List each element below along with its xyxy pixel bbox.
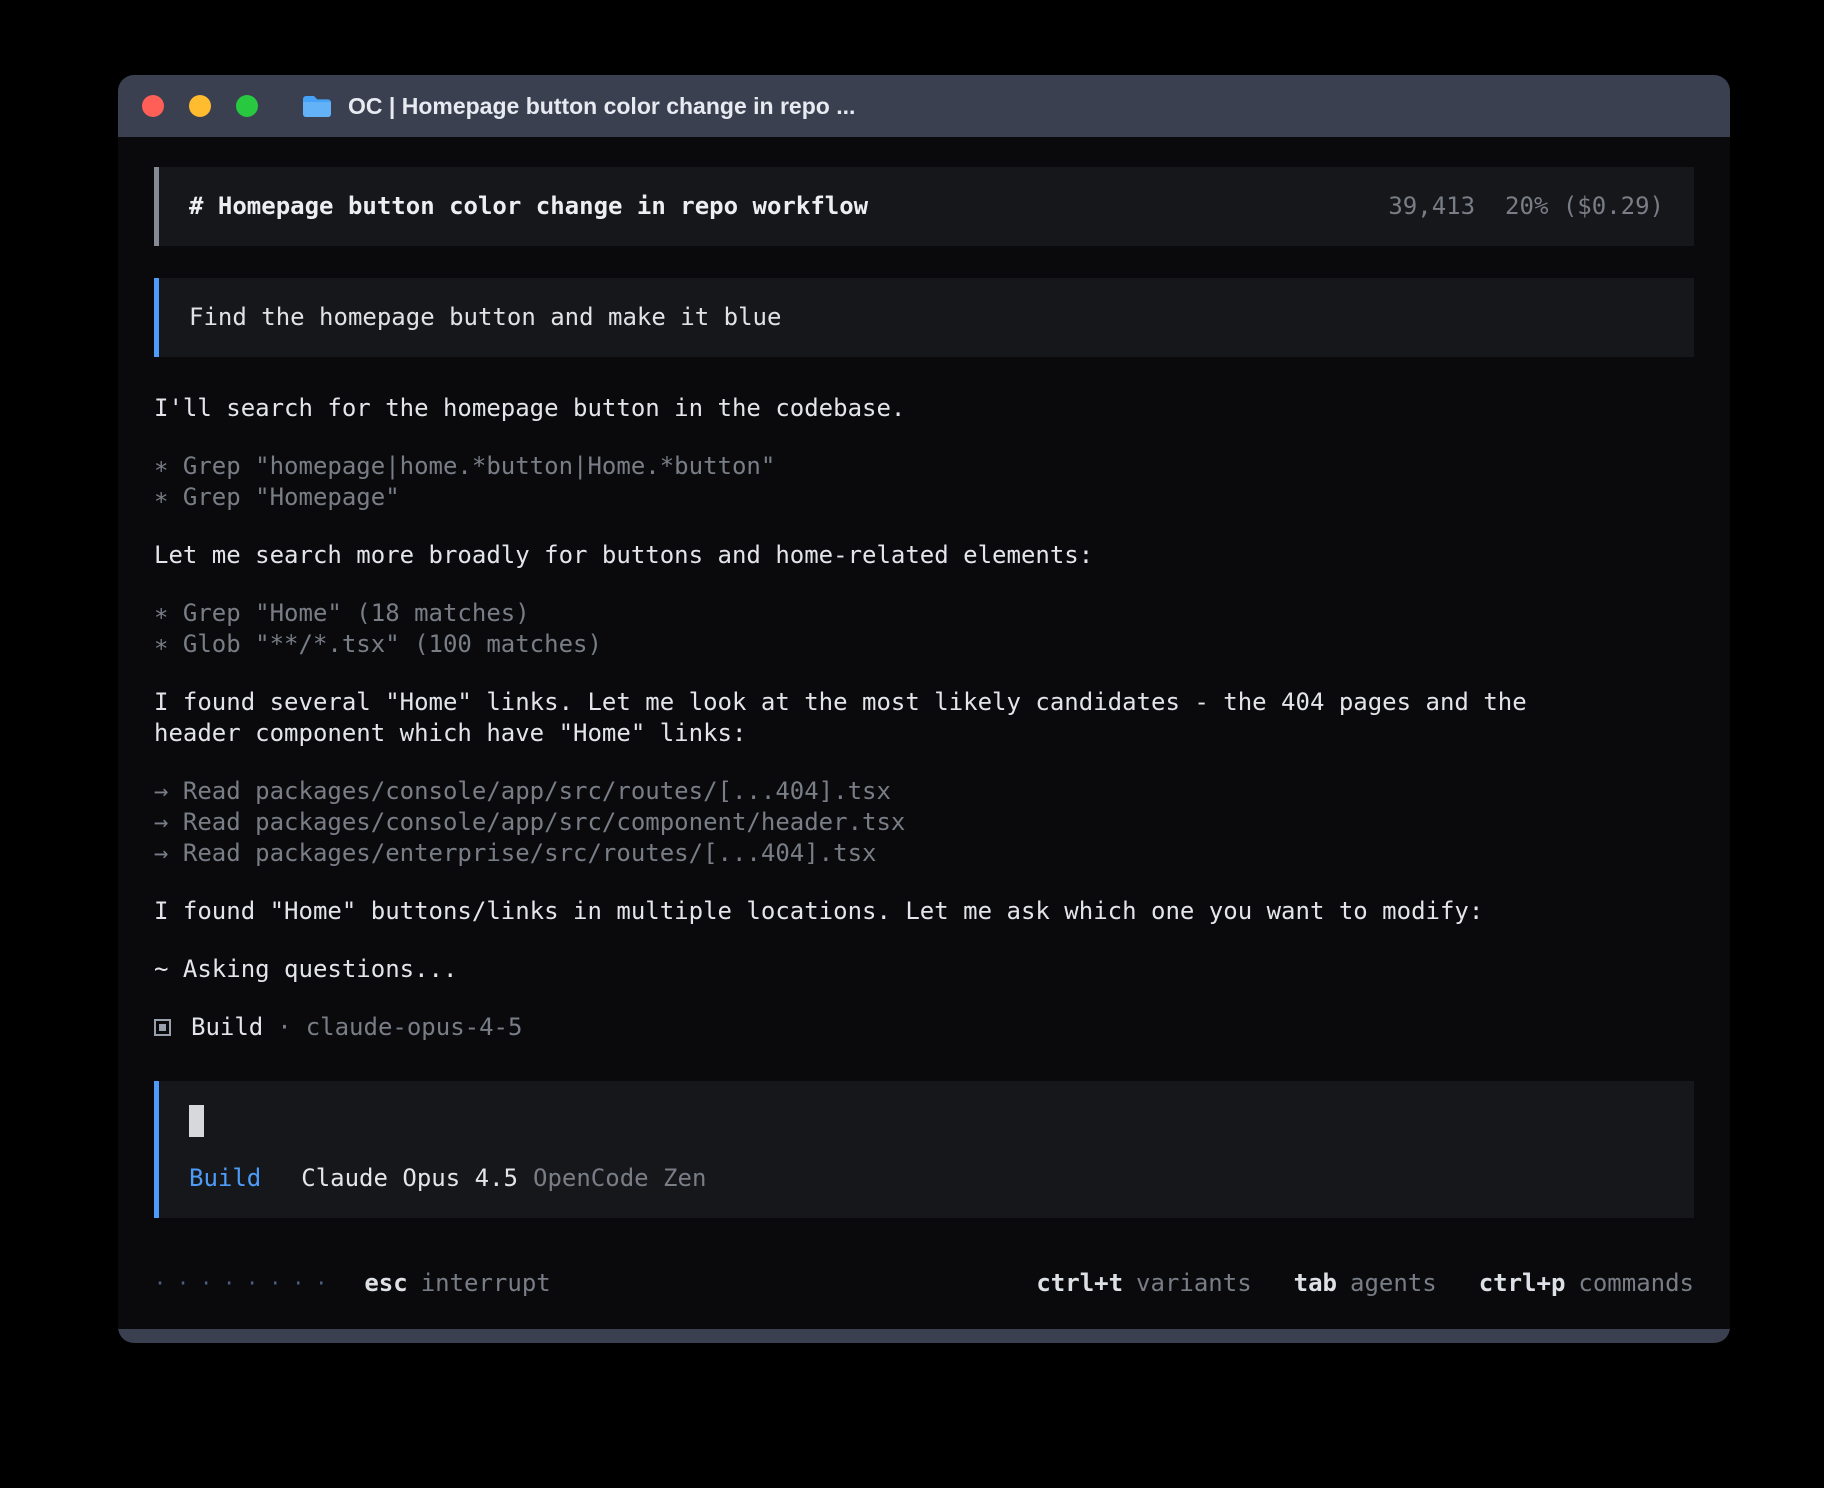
user-message: Find the homepage button and make it blu… — [154, 278, 1694, 357]
tool-call-grep: ∗ Grep "Home" (18 matches) — [154, 598, 1694, 629]
agent-name: Build — [191, 1012, 263, 1043]
tool-call-read: → Read packages/console/app/src/routes/[… — [154, 776, 1694, 807]
traffic-lights — [142, 95, 258, 117]
assistant-text: Let me search more broadly for buttons a… — [154, 540, 1694, 571]
context-cost: 20% ($0.29) — [1505, 191, 1664, 222]
session-stats: 39,413 20% ($0.29) — [1388, 191, 1664, 222]
tool-call-group: ∗ Grep "homepage|home.*button|Home.*butt… — [154, 451, 1694, 513]
status-text: ~ Asking questions... — [154, 954, 1694, 985]
prompt-input[interactable]: Build Claude Opus 4.5 OpenCode Zen — [154, 1081, 1694, 1218]
key-ctrl-p: ctrl+p — [1479, 1268, 1566, 1299]
tool-call-read: → Read packages/console/app/src/componen… — [154, 807, 1694, 838]
user-message-text: Find the homepage button and make it blu… — [189, 303, 781, 331]
statusbar-left: ········ esc interrupt — [154, 1268, 551, 1299]
assistant-text: I'll search for the homepage button in t… — [154, 393, 1694, 424]
separator-dot: · — [277, 1012, 291, 1043]
assistant-text: I found "Home" buttons/links in multiple… — [154, 896, 1694, 927]
token-count: 39,413 — [1388, 191, 1475, 222]
text-cursor — [189, 1105, 204, 1137]
shortcut-agents: tab agents — [1294, 1268, 1437, 1299]
terminal-content: # Homepage button color change in repo w… — [118, 137, 1730, 1329]
tool-call-read: → Read packages/enterprise/src/routes/[.… — [154, 838, 1694, 869]
assistant-text: I found several "Home" links. Let me loo… — [154, 687, 1564, 749]
zoom-button[interactable] — [236, 95, 258, 117]
shortcut-commands: ctrl+p commands — [1479, 1268, 1694, 1299]
key-esc: esc — [364, 1268, 407, 1299]
mode-label: Build — [189, 1163, 261, 1194]
tool-call-grep: ∗ Grep "Homepage" — [154, 482, 1694, 513]
model-label: Claude Opus 4.5 — [301, 1163, 518, 1194]
status-bar: ········ esc interrupt ctrl+t variants t… — [154, 1268, 1694, 1299]
window-titlebar[interactable]: OC | Homepage button color change in rep… — [118, 75, 1730, 137]
hint-variants: variants — [1136, 1268, 1252, 1299]
hint-agents: agents — [1350, 1268, 1437, 1299]
session-title: # Homepage button color change in repo w… — [189, 191, 868, 222]
key-tab: tab — [1294, 1268, 1337, 1299]
hint-interrupt: interrupt — [421, 1268, 551, 1299]
provider-label: OpenCode Zen — [533, 1163, 706, 1194]
tool-call-grep: ∗ Grep "homepage|home.*button|Home.*butt… — [154, 451, 1694, 482]
shortcut-variants: ctrl+t variants — [1036, 1268, 1251, 1299]
input-statusline: Build Claude Opus 4.5 OpenCode Zen — [189, 1163, 1664, 1194]
minimize-button[interactable] — [189, 95, 211, 117]
agent-status-line: Build · claude-opus-4-5 — [154, 1012, 1694, 1043]
key-ctrl-t: ctrl+t — [1036, 1268, 1123, 1299]
progress-dots: ········ — [154, 1268, 338, 1299]
shortcut-interrupt: esc interrupt — [364, 1268, 550, 1299]
tool-call-group: → Read packages/console/app/src/routes/[… — [154, 776, 1694, 869]
agent-model: claude-opus-4-5 — [306, 1012, 523, 1043]
window-title: OC | Homepage button color change in rep… — [348, 93, 855, 120]
statusbar-right: ctrl+t variants tab agents ctrl+p comman… — [1036, 1268, 1694, 1299]
square-dot-icon — [154, 1019, 171, 1036]
tool-call-glob: ∗ Glob "**/*.tsx" (100 matches) — [154, 629, 1694, 660]
terminal-window: OC | Homepage button color change in rep… — [118, 75, 1730, 1343]
hint-commands: commands — [1578, 1268, 1694, 1299]
close-button[interactable] — [142, 95, 164, 117]
folder-icon — [302, 94, 332, 118]
tool-call-group: ∗ Grep "Home" (18 matches) ∗ Glob "**/*.… — [154, 598, 1694, 660]
assistant-transcript: I'll search for the homepage button in t… — [154, 393, 1694, 1043]
session-header: # Homepage button color change in repo w… — [154, 167, 1694, 246]
